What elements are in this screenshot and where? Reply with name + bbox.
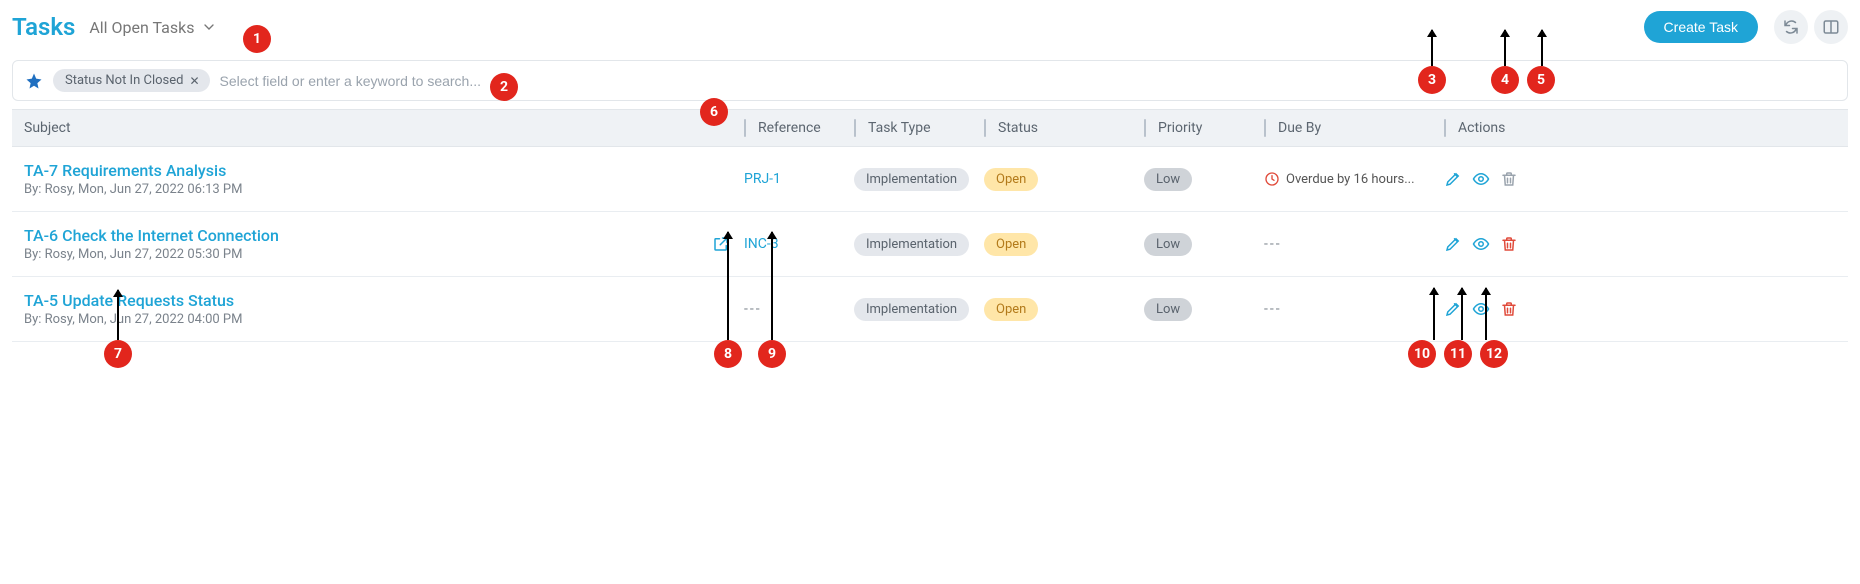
col-task-type[interactable]: Task Type [854, 120, 984, 136]
view-label: All Open Tasks [89, 18, 194, 37]
columns-button[interactable] [1814, 10, 1848, 44]
priority-cell: Low [1144, 168, 1264, 191]
status-badge: Open [984, 298, 1038, 321]
task-byline: By: Rosy, Mon, Jun 27, 2022 05:30 PM [24, 247, 744, 262]
refresh-icon [1782, 18, 1800, 36]
view-icon[interactable] [1472, 235, 1490, 253]
search-bar[interactable]: Status Not In Closed ✕ [12, 60, 1848, 101]
search-input[interactable] [220, 73, 1835, 89]
table-row: TA-5 Update Requests Status By: Rosy, Mon… [12, 277, 1848, 342]
reference-link[interactable]: INC-3 [744, 236, 779, 252]
task-byline: By: Rosy, Mon, Jun 27, 2022 06:13 PM [24, 182, 744, 197]
col-reference[interactable]: Reference [744, 120, 854, 136]
task-type-badge: Implementation [854, 298, 969, 321]
reference-link[interactable]: PRJ-1 [744, 171, 781, 187]
status-cell: Open [984, 168, 1144, 191]
due-cell: --- [1264, 301, 1444, 317]
refresh-button[interactable] [1774, 10, 1808, 44]
priority-cell: Low [1144, 233, 1264, 256]
actions-cell [1444, 170, 1564, 188]
page-title: Tasks [12, 13, 75, 41]
task-type-badge: Implementation [854, 168, 969, 191]
filter-chip-label: Status Not In Closed [65, 73, 183, 88]
task-type-cell: Implementation [854, 298, 984, 321]
status-badge: Open [984, 233, 1038, 256]
subject-cell: TA-7 Requirements Analysis By: Rosy, Mon,… [24, 161, 744, 197]
edit-icon[interactable] [1444, 170, 1462, 188]
view-icon[interactable] [1472, 300, 1490, 318]
status-cell: Open [984, 233, 1144, 256]
subject-cell: TA-5 Update Requests Status By: Rosy, Mon… [24, 291, 744, 327]
status-badge: Open [984, 168, 1038, 191]
create-task-button[interactable]: Create Task [1644, 11, 1758, 43]
delete-icon[interactable] [1500, 235, 1518, 253]
table-header: Subject Reference Task Type Status Prior… [12, 109, 1848, 147]
subject-cell: TA-6 Check the Internet Connection By: Ro… [24, 226, 744, 262]
reference-cell: PRJ-1 [744, 171, 854, 187]
filter-chip-status[interactable]: Status Not In Closed ✕ [53, 69, 210, 92]
clock-icon [1264, 171, 1280, 187]
table-row: TA-6 Check the Internet Connection By: Ro… [12, 212, 1848, 277]
priority-cell: Low [1144, 298, 1264, 321]
task-title-link[interactable]: TA-7 Requirements Analysis [24, 161, 744, 180]
task-title-link[interactable]: TA-5 Update Requests Status [24, 291, 744, 310]
col-priority[interactable]: Priority [1144, 120, 1264, 136]
due-cell: --- [1264, 236, 1444, 252]
columns-icon [1822, 18, 1840, 36]
edit-icon[interactable] [1444, 235, 1462, 253]
col-subject[interactable]: Subject [24, 120, 744, 136]
header-bar: Tasks All Open Tasks Create Task [12, 10, 1848, 44]
view-picker[interactable]: All Open Tasks [89, 18, 216, 37]
external-link-icon[interactable] [712, 235, 730, 253]
actions-cell [1444, 300, 1564, 318]
task-type-badge: Implementation [854, 233, 969, 256]
priority-badge: Low [1144, 298, 1192, 321]
view-icon[interactable] [1472, 170, 1490, 188]
actions-cell [1444, 235, 1564, 253]
priority-badge: Low [1144, 168, 1192, 191]
edit-icon[interactable] [1444, 300, 1462, 318]
col-actions[interactable]: Actions [1444, 120, 1564, 136]
col-status[interactable]: Status [984, 120, 1144, 136]
table-row: TA-7 Requirements Analysis By: Rosy, Mon,… [12, 147, 1848, 212]
task-title-link[interactable]: TA-6 Check the Internet Connection [24, 226, 744, 245]
chevron-down-icon [201, 19, 217, 35]
delete-icon[interactable] [1500, 170, 1518, 188]
reference-cell: --- [744, 301, 854, 317]
task-byline: By: Rosy, Mon, Jun 27, 2022 04:00 PM [24, 312, 744, 327]
close-icon[interactable]: ✕ [189, 74, 199, 88]
delete-icon[interactable] [1500, 300, 1518, 318]
col-due-by[interactable]: Due By [1264, 120, 1444, 136]
task-type-cell: Implementation [854, 168, 984, 191]
star-icon[interactable] [25, 72, 43, 90]
priority-badge: Low [1144, 233, 1192, 256]
task-type-cell: Implementation [854, 233, 984, 256]
due-cell: Overdue by 16 hours... [1264, 171, 1444, 187]
status-cell: Open [984, 298, 1144, 321]
reference-cell: INC-3 [744, 236, 854, 252]
